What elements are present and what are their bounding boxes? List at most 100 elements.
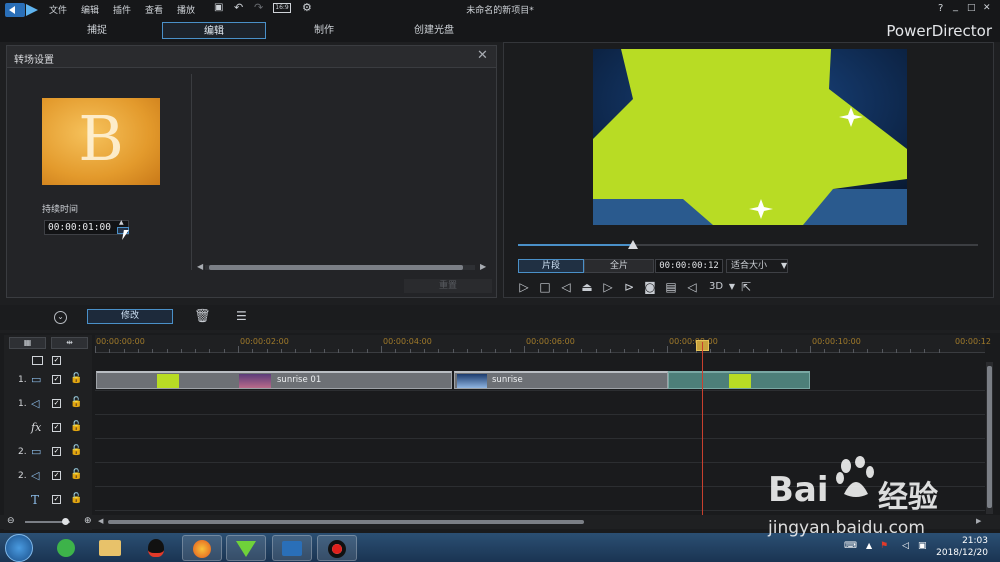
scroll-thumb[interactable]: [209, 265, 463, 270]
audio-track-icon: ◁: [31, 397, 40, 410]
ruler-tick: [481, 349, 483, 353]
timeline-horizontal-scroll-thumb[interactable]: [108, 520, 584, 524]
zoom-out-icon[interactable]: ⊖: [7, 516, 15, 526]
lock-icon[interactable]: 🔓: [70, 493, 82, 504]
timeline-ruler[interactable]: 00:00:00:00 00:00:02:00 00:00:04:00 00:0…: [95, 335, 991, 353]
full-movie-button[interactable]: 全片: [584, 259, 654, 273]
menu-view[interactable]: 查看: [145, 3, 163, 16]
lock-icon[interactable]: 🔓: [70, 373, 82, 384]
timeline-clip[interactable]: sunrise 01: [96, 371, 452, 389]
menu-plugins[interactable]: 插件: [113, 3, 131, 16]
preview-progress-knob[interactable]: [628, 240, 638, 249]
watermark-text-jingyan: 经验: [878, 480, 938, 515]
clip-name: sunrise 01: [277, 375, 322, 385]
video-track-icon: ▭: [31, 445, 42, 458]
menu-edit[interactable]: 编辑: [81, 3, 99, 16]
select-all-box[interactable]: [32, 356, 43, 365]
settings-gear-icon[interactable]: ⚙: [302, 1, 312, 14]
transition-settings-panel: 转场设置 ✕ B 持续时间 00:00:01:00 ▲ ◀ ▶ 重置: [6, 45, 497, 298]
ruler-tick: [452, 349, 454, 353]
save-icon[interactable]: ▣: [214, 2, 223, 13]
clip-thumbnail: [729, 374, 751, 388]
stop-icon[interactable]: □: [537, 279, 553, 295]
maximize-icon[interactable]: □: [967, 3, 976, 13]
zoom-in-icon[interactable]: ⊕: [84, 516, 92, 526]
clipboard-icon[interactable]: ☰: [236, 309, 247, 323]
fx-track[interactable]: [95, 417, 985, 439]
play-icon[interactable]: ▷: [516, 279, 532, 295]
volume-icon[interactable]: ◁: [684, 279, 700, 295]
preview-video: [593, 49, 907, 225]
ruler-tick: [295, 349, 297, 353]
scroll-left-icon[interactable]: ◀: [98, 517, 103, 525]
track-enable-checkbox[interactable]: ✓: [52, 495, 61, 504]
ruler-ticks: [95, 335, 985, 353]
preview-timecode[interactable]: 00:00:00:12: [655, 259, 723, 273]
timeline-clip[interactable]: sunrise: [454, 371, 668, 389]
baidu-paw-icon: [836, 456, 876, 500]
track-enable-checkbox[interactable]: ✓: [52, 375, 61, 384]
menu-file[interactable]: 文件: [49, 3, 67, 16]
watermark-text-bai: Bai: [768, 470, 829, 510]
tab-produce[interactable]: 制作: [272, 22, 376, 39]
redo-icon[interactable]: ↷: [254, 1, 263, 14]
trash-icon[interactable]: 🗑: [194, 309, 211, 324]
taskbar-app-360-icon[interactable]: [46, 535, 86, 561]
lock-icon[interactable]: 🔓: [70, 469, 82, 480]
taskbar-explorer-icon[interactable]: [90, 535, 130, 561]
next-frame-icon[interactable]: ▷: [600, 279, 616, 295]
panel-horizontal-scrollbar[interactable]: ◀ ▶: [197, 262, 489, 272]
track-enable-checkbox[interactable]: ✓: [52, 471, 61, 480]
duration-up-icon[interactable]: ▲: [119, 219, 124, 226]
track-enable-checkbox[interactable]: ✓: [52, 447, 61, 456]
scroll-right-icon[interactable]: ▶: [480, 262, 486, 271]
menu-playback[interactable]: 播放: [177, 3, 195, 16]
tab-capture[interactable]: 捕捉: [45, 22, 149, 39]
ruler-tick: [366, 349, 368, 353]
fast-forward-icon[interactable]: ⊳: [621, 279, 637, 295]
close-icon[interactable]: ✕: [983, 3, 991, 13]
project-title: 未命名的新项目*: [466, 6, 534, 16]
aspect-ratio-icon[interactable]: 16:9: [273, 3, 291, 13]
undock-icon[interactable]: ⇱: [738, 279, 754, 295]
start-button[interactable]: [5, 534, 33, 562]
taskbar-recorder-icon[interactable]: [317, 535, 357, 561]
modify-button[interactable]: 修改: [87, 309, 173, 324]
fit-size-dropdown[interactable]: 适合大小 ▼: [726, 259, 788, 273]
track-enable-checkbox[interactable]: ✓: [52, 423, 61, 432]
undo-icon[interactable]: ↶: [234, 1, 243, 14]
taskbar-firefox-icon[interactable]: [182, 535, 222, 561]
taskbar-clock-date[interactable]: 2018/12/20: [936, 548, 988, 558]
taskbar-qq-icon[interactable]: [136, 535, 176, 561]
track-manager-icon[interactable]: ▦: [9, 337, 46, 349]
video-track-1[interactable]: sunrise 01 sunrise: [95, 369, 985, 391]
transition-clip[interactable]: [668, 371, 810, 389]
thumbnail-letter: B: [78, 102, 124, 175]
lock-icon[interactable]: 🔓: [70, 445, 82, 456]
split-icon[interactable]: ⏏: [579, 279, 595, 295]
playhead-line: [702, 342, 703, 517]
tab-create-disc[interactable]: 创建光盘: [382, 22, 486, 39]
taskbar-powerdirector-icon[interactable]: [272, 535, 312, 561]
lock-icon[interactable]: 🔓: [70, 397, 82, 408]
tab-edit[interactable]: 编辑: [162, 22, 266, 39]
transition-thumbnail: B: [42, 98, 160, 185]
audio-track-1[interactable]: [95, 393, 985, 415]
minimize-icon[interactable]: _: [953, 1, 958, 12]
panel-close-icon[interactable]: ✕: [477, 48, 488, 63]
zoom-slider-knob[interactable]: [62, 518, 69, 525]
track-enable-checkbox[interactable]: ✓: [52, 399, 61, 408]
collapse-circle-icon[interactable]: ⌄: [54, 311, 67, 324]
scroll-left-icon[interactable]: ◀: [197, 262, 203, 271]
help-icon[interactable]: ?: [938, 3, 943, 14]
preview-panel: 片段 全片 00:00:00:12 适合大小 ▼ ▷ □ ◁ ⏏ ▷ ⊳ ◙ ▤…: [503, 42, 994, 298]
subtitle-icon[interactable]: ▤: [663, 279, 679, 295]
segment-button[interactable]: 片段: [518, 259, 584, 273]
lock-icon[interactable]: 🔓: [70, 421, 82, 432]
enable-all-checkbox[interactable]: ✓: [52, 356, 61, 365]
reset-button[interactable]: 重置: [404, 279, 492, 293]
fit-timeline-icon[interactable]: ⇹: [51, 337, 88, 349]
snapshot-icon[interactable]: ◙: [642, 279, 658, 295]
taskbar-video-app-icon[interactable]: [226, 535, 266, 561]
previous-frame-icon[interactable]: ◁: [558, 279, 574, 295]
